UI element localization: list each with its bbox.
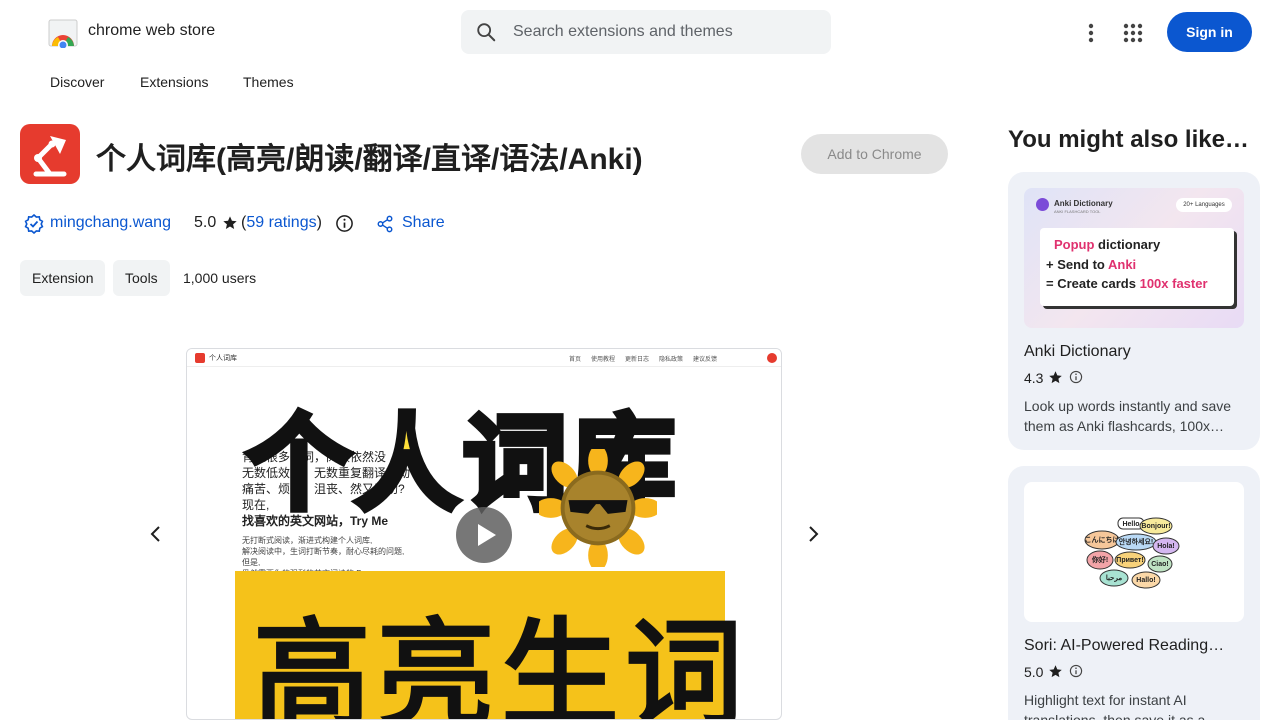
card-thumbnail: Hello Bonjour! こんにちは 안녕하세요! Hola! 你好! Пр… bbox=[1024, 482, 1244, 622]
mini-close-icon bbox=[767, 353, 777, 363]
sunflower-sunglasses-icon bbox=[539, 449, 657, 567]
thumb-feature-box: Popup dictionary + Send to Anki = Create… bbox=[1040, 228, 1234, 306]
carousel-prev-icon[interactable] bbox=[144, 522, 168, 546]
small-line: 无打断式阅读，渐进式构建个人词库, bbox=[242, 536, 373, 545]
desk-lamp-icon bbox=[33, 136, 67, 177]
ratings-close-paren: ) bbox=[316, 214, 322, 231]
languages-badge: 20+ Languages bbox=[1176, 198, 1232, 212]
thumb-line-accent: Anki bbox=[1108, 257, 1137, 272]
bubble-text: こんにちは bbox=[1085, 536, 1120, 544]
chip-extension[interactable]: Extension bbox=[20, 260, 106, 296]
bubble-text: 你好! bbox=[1091, 555, 1108, 564]
star-icon bbox=[223, 216, 237, 229]
star-icon bbox=[1049, 665, 1062, 678]
play-icon bbox=[478, 524, 496, 546]
small-line: 但是, bbox=[242, 558, 261, 567]
card-title[interactable]: Sori: AI-Powered Reading… bbox=[1024, 637, 1244, 655]
mini-nav-item: 建议反馈 bbox=[693, 357, 718, 363]
recommendation-card[interactable]: Hello Bonjour! こんにちは 안녕하세요! Hola! 你好! Пр… bbox=[1008, 466, 1260, 720]
chrome-web-store-logo-icon[interactable] bbox=[48, 18, 78, 48]
rating-value: 5.0 bbox=[194, 214, 217, 231]
star-icon bbox=[1049, 371, 1062, 384]
thumb-line-text: dictionary bbox=[1094, 237, 1161, 252]
share-icon[interactable] bbox=[376, 215, 394, 233]
mini-nav-item: 首页 bbox=[569, 357, 582, 363]
share-link[interactable]: Share bbox=[402, 214, 445, 232]
card-rating: 4.3 bbox=[1024, 370, 1044, 386]
bubble-text: 안녕하세요! bbox=[1119, 537, 1154, 546]
speech-bubbles-illustration: Hello Bonjour! こんにちは 안녕하세요! Hola! 你好! Пр… bbox=[1084, 517, 1180, 589]
info-icon[interactable] bbox=[335, 214, 354, 233]
nav-themes[interactable]: Themes bbox=[243, 74, 294, 90]
screenshot-carousel-image[interactable]: 个人词库 首页 使用教程 更新日志 隐私政策 建议反馈 背过很多单词，阅读依然没… bbox=[186, 348, 782, 720]
bubble-text: Привет! bbox=[1116, 557, 1143, 564]
mini-nav-item: 更新日志 bbox=[625, 357, 650, 363]
extension-title: 个人词库(高亮/朗读/翻译/直译/语法/Anki) bbox=[96, 143, 643, 176]
mini-topbar: 个人词库 首页 使用教程 更新日志 隐私政策 建议反馈 bbox=[187, 349, 781, 367]
google-apps-icon[interactable] bbox=[1120, 20, 1146, 46]
nav-discover[interactable]: Discover bbox=[50, 74, 104, 90]
card-title[interactable]: Anki Dictionary bbox=[1024, 343, 1244, 361]
card-rating: 5.0 bbox=[1024, 664, 1044, 680]
carousel-next-icon[interactable] bbox=[801, 522, 825, 546]
nav-extensions[interactable]: Extensions bbox=[140, 74, 208, 90]
thumb-line-accent: Popup bbox=[1054, 237, 1095, 252]
thumb-line-accent: 100x faster bbox=[1139, 276, 1208, 291]
info-icon[interactable] bbox=[1069, 664, 1083, 678]
bubble-text: Bonjour! bbox=[1141, 523, 1170, 530]
chip-tools[interactable]: Tools bbox=[113, 260, 170, 296]
bubble-text: مرحبا bbox=[1106, 574, 1122, 582]
thumb-line: Popup dictionary bbox=[1054, 237, 1160, 252]
search-icon[interactable] bbox=[475, 21, 497, 43]
mini-nav-item: 使用教程 bbox=[591, 357, 616, 363]
top-header: chrome web store Search extensions and t… bbox=[0, 0, 1280, 64]
thumb-line: = Create cards 100x faster bbox=[1046, 276, 1208, 291]
verified-badge-icon bbox=[24, 214, 44, 234]
bubble-text: Hello bbox=[1122, 521, 1139, 528]
search-bar[interactable]: Search extensions and themes bbox=[461, 10, 831, 54]
card-description: Highlight text for instant AI translatio… bbox=[1024, 692, 1220, 720]
mini-brand: 个人词库 bbox=[209, 355, 237, 362]
thumb-subheading: ANKI FLASHCARD TOOL bbox=[1054, 209, 1101, 214]
thumb-line-text: = Create cards bbox=[1046, 276, 1140, 291]
extension-icon bbox=[20, 124, 80, 184]
bubble-text: Ciao! bbox=[1151, 561, 1169, 568]
bubble-text: Hallo! bbox=[1136, 577, 1155, 584]
card-description: Look up words instantly and save them as… bbox=[1024, 398, 1232, 434]
thumb-line: + Send to Anki bbox=[1046, 257, 1136, 272]
thumb-line-text: + Send to bbox=[1046, 257, 1108, 272]
developer-link[interactable]: mingchang.wang bbox=[50, 214, 171, 232]
recommendation-card[interactable]: Anki Dictionary ANKI FLASHCARD TOOL 20+ … bbox=[1008, 172, 1260, 450]
user-count: 1,000 users bbox=[183, 270, 257, 286]
mini-nav-item: 隐私政策 bbox=[659, 357, 684, 363]
play-video-button[interactable] bbox=[456, 507, 512, 563]
recommendations-heading: You might also like… bbox=[1008, 126, 1249, 153]
small-line: 解决阅读中，生词打断节奏，耐心尽耗的问题, bbox=[242, 547, 405, 556]
brand-name[interactable]: chrome web store bbox=[88, 22, 215, 40]
sign-in-button[interactable]: Sign in bbox=[1167, 12, 1252, 52]
anki-logo-icon bbox=[1036, 198, 1049, 211]
ratings-count: (59 ratings) bbox=[241, 214, 322, 232]
more-options-icon[interactable] bbox=[1078, 20, 1104, 46]
search-input[interactable]: Search extensions and themes bbox=[513, 23, 733, 41]
bubble-text: Hola! bbox=[1157, 543, 1175, 550]
thumb-heading: Anki Dictionary bbox=[1054, 199, 1113, 208]
add-to-chrome-button[interactable]: Add to Chrome bbox=[801, 134, 948, 174]
info-icon[interactable] bbox=[1069, 370, 1083, 384]
mini-logo-icon bbox=[195, 353, 205, 363]
ratings-link[interactable]: 59 ratings bbox=[246, 214, 316, 231]
screenshot-big-subtitle: 高亮生词 bbox=[253, 610, 750, 720]
card-thumbnail: Anki Dictionary ANKI FLASHCARD TOOL 20+ … bbox=[1024, 188, 1244, 328]
